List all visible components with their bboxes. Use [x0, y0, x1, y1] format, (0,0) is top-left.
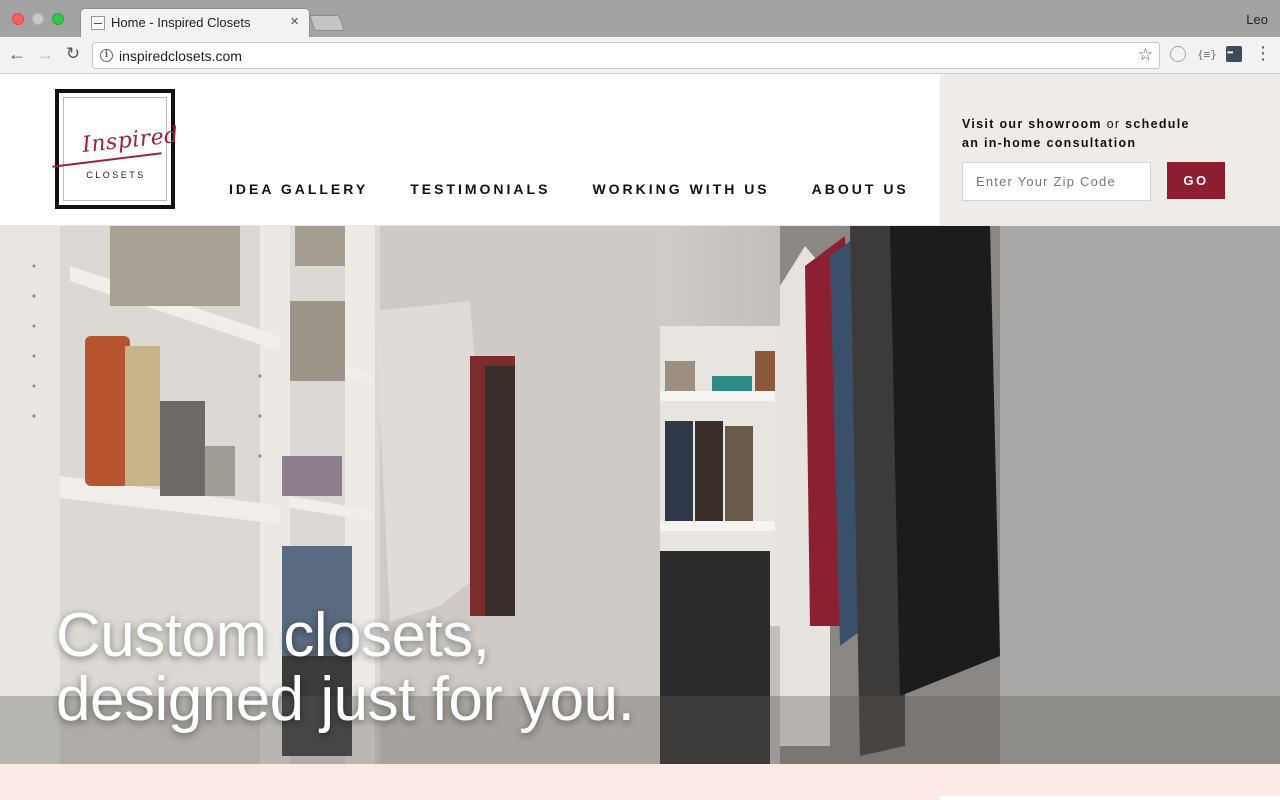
- zip-code-input[interactable]: [962, 162, 1151, 201]
- browser-menu-icon[interactable]: ⋮: [1254, 43, 1272, 63]
- forward-arrow-icon[interactable]: →: [34, 43, 56, 65]
- go-button[interactable]: GO: [1167, 162, 1225, 199]
- nav-testimonials[interactable]: TESTIMONIALS: [410, 181, 550, 197]
- minimize-window-button[interactable]: [32, 13, 44, 25]
- url-text[interactable]: inspiredclosets.com: [119, 48, 242, 64]
- close-tab-icon[interactable]: ×: [290, 13, 299, 30]
- nav-working-with-us[interactable]: WORKING WITH US: [592, 181, 769, 197]
- hero-headline-line-2: designed just for you.: [56, 665, 635, 734]
- browser-toolbar: ← → ↻ i inspiredclosets.com ☆ {≡} ⋮: [0, 37, 1280, 74]
- browser-tab-bar: Home - Inspired Closets × Leo: [0, 0, 1280, 37]
- reload-icon[interactable]: ↻: [62, 43, 84, 65]
- tab-title: Home - Inspired Closets: [111, 15, 251, 30]
- site-logo[interactable]: Inspired CLOSETS: [52, 89, 180, 209]
- logo-frame: Inspired CLOSETS: [52, 97, 180, 201]
- password-extension-icon[interactable]: [1226, 46, 1242, 62]
- extension-circle-icon[interactable]: [1170, 46, 1186, 62]
- next-section-band-right: [940, 764, 1280, 800]
- consultation-panel: Visit our showroom or schedule an in-hom…: [940, 74, 1280, 225]
- showroom-link[interactable]: Visit our showroom: [962, 117, 1102, 131]
- hero-headline: Custom closets, designed just for you.: [56, 604, 856, 732]
- profile-name[interactable]: Leo: [1246, 12, 1268, 27]
- bookmark-star-icon[interactable]: ☆: [1138, 45, 1153, 65]
- or-text: or: [1106, 117, 1121, 131]
- close-window-button[interactable]: [12, 13, 24, 25]
- hero-banner: Custom closets, designed just for you.: [0, 226, 1280, 764]
- logo-script-text: Inspired: [80, 123, 180, 158]
- nav-about-us[interactable]: ABOUT US: [812, 181, 909, 197]
- next-section-band: [0, 764, 940, 800]
- back-arrow-icon[interactable]: ←: [6, 43, 28, 65]
- consultation-prompt: Visit our showroom or schedule an in-hom…: [962, 115, 1262, 153]
- json-extension-icon[interactable]: {≡}: [1197, 48, 1217, 61]
- browser-tab-active[interactable]: Home - Inspired Closets ×: [80, 8, 310, 37]
- logo-subtitle: CLOSETS: [86, 170, 146, 180]
- hero-headline-line-1: Custom closets,: [56, 601, 490, 670]
- schedule-link[interactable]: schedule: [1125, 117, 1190, 131]
- site-header: Inspired CLOSETS IDEA GALLERY TESTIMONIA…: [0, 74, 1280, 226]
- in-home-consultation-link[interactable]: an in-home consultation: [962, 136, 1136, 150]
- address-bar[interactable]: i inspiredclosets.com ☆: [92, 42, 1160, 69]
- favicon-icon: [91, 16, 105, 30]
- site-info-icon[interactable]: i: [100, 49, 113, 62]
- nav-idea-gallery[interactable]: IDEA GALLERY: [229, 181, 368, 197]
- main-navigation: IDEA GALLERY TESTIMONIALS WORKING WITH U…: [229, 181, 951, 197]
- maximize-window-button[interactable]: [52, 13, 64, 25]
- new-tab-button[interactable]: [309, 15, 345, 31]
